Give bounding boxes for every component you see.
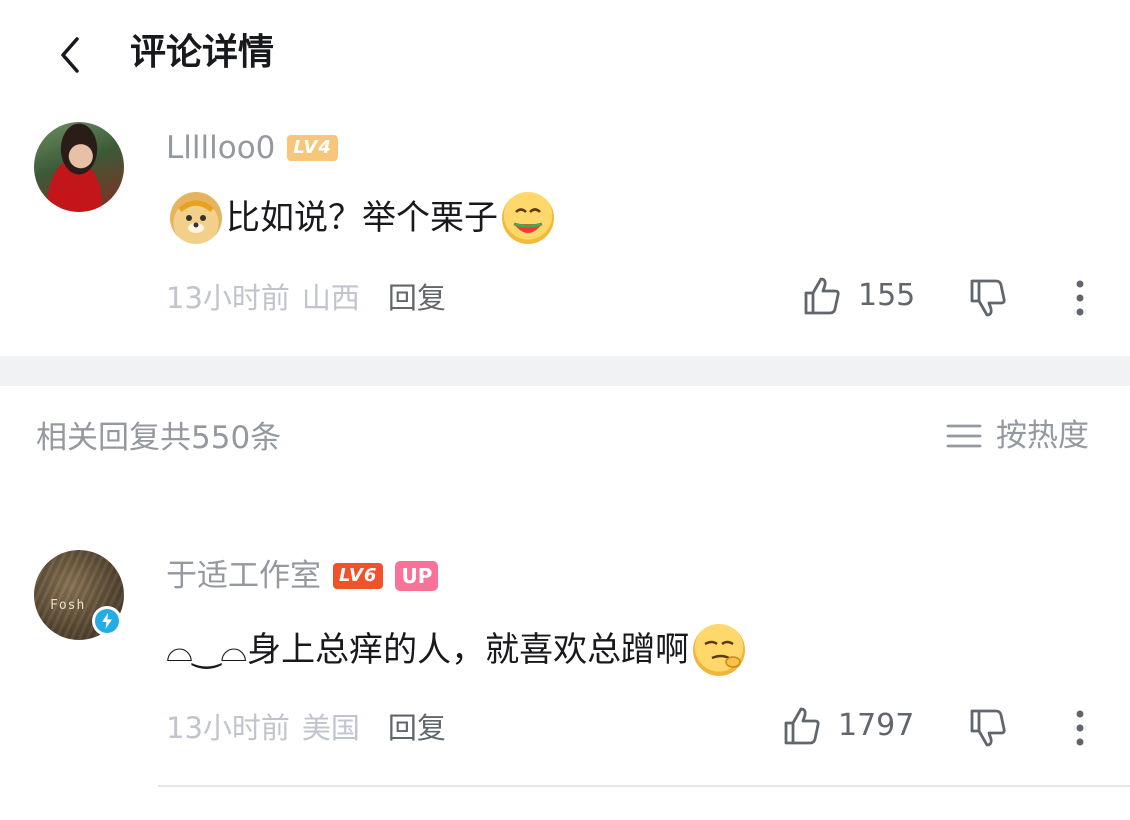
comment-meta-row: 13小时前 山西 回复 [166, 278, 446, 318]
comment-content: ⌓‿⌓身上总痒的人，就喜欢总蹭啊 [166, 624, 746, 676]
avatar[interactable] [34, 122, 124, 212]
thumbs-up-icon [784, 707, 820, 745]
username[interactable]: Llllloo0 [166, 128, 275, 168]
verified-badge [92, 606, 122, 636]
more-options-button[interactable] [1066, 708, 1094, 748]
like-count: 155 [858, 278, 916, 313]
comment-text: 比如说？举个栗子 [226, 198, 498, 238]
list-icon [946, 424, 982, 448]
up-badge: UP [395, 561, 439, 591]
more-vertical-icon [1076, 710, 1084, 746]
chevron-left-icon [61, 37, 79, 73]
thumbs-up-icon [804, 277, 840, 315]
reply-button[interactable]: 回复 [388, 278, 446, 318]
sort-button[interactable]: 按热度 [946, 416, 1089, 456]
page-title: 评论详情 [130, 32, 275, 73]
level-badge: LV4 [287, 135, 338, 161]
sort-label: 按热度 [996, 418, 1089, 454]
smirk-emoji-icon [693, 624, 746, 676]
replies-count-title: 相关回复共550条 [36, 420, 282, 456]
username[interactable]: 于适工作室 [166, 556, 321, 596]
more-vertical-icon [1076, 280, 1084, 316]
dislike-button[interactable] [966, 706, 1010, 750]
comment-location: 美国 [301, 711, 360, 745]
comment-time: 13小时前 [166, 711, 290, 745]
like-button[interactable]: 1797 [780, 704, 914, 748]
more-options-button[interactable] [1066, 278, 1094, 318]
back-button[interactable] [48, 30, 92, 80]
comment-meta-row: 13小时前 美国 回复 [166, 708, 446, 748]
avatar-text: Fosh [50, 598, 86, 613]
comment-author-row: 于适工作室 LV6 UP [166, 556, 439, 596]
doge-emoji-icon [170, 192, 222, 244]
section-divider [0, 356, 1130, 386]
comment-author-row: Llllloo0 LV4 [166, 128, 338, 168]
comment-time: 13小时前 [166, 281, 290, 315]
lightning-icon [95, 609, 119, 633]
like-button[interactable]: 155 [800, 274, 915, 318]
level-badge: LV6 [333, 563, 384, 589]
reply-button[interactable]: 回复 [388, 708, 446, 748]
comment-location: 山西 [301, 281, 360, 315]
thumbs-down-icon [970, 709, 1006, 747]
thumbs-down-icon [970, 279, 1006, 317]
watermelon-emoji-icon [502, 192, 554, 244]
dislike-button[interactable] [966, 276, 1010, 320]
comment-text: ⌓‿⌓身上总痒的人，就喜欢总蹭啊 [166, 630, 690, 670]
like-count: 1797 [838, 708, 915, 743]
comment-separator [158, 785, 1130, 787]
comment-content: 比如说？举个栗子 [170, 192, 554, 244]
